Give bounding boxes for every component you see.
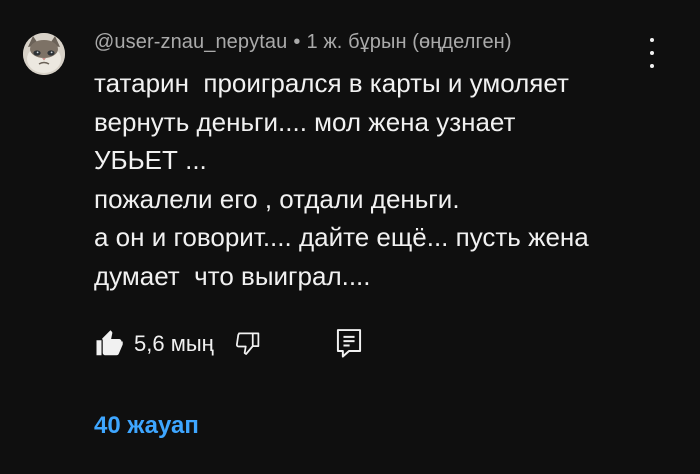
- comment-line: татарин проигрался в карты и умоляет: [94, 68, 569, 98]
- view-replies-button[interactable]: 40 жауап: [94, 412, 199, 440]
- comment-meta: @user-znau_nepytau • 1 ж. бұрын (өңделген): [94, 31, 512, 54]
- avatar[interactable]: [23, 33, 65, 75]
- meta-separator: •: [293, 31, 301, 53]
- like-count: 5,6 мың: [134, 331, 214, 356]
- comment-line: а он и говорит.... дайте ещё... пусть же…: [94, 222, 589, 252]
- more-vertical-icon: [650, 38, 654, 42]
- reply-button[interactable]: [334, 327, 364, 359]
- comment-line: УБЬЕТ ...: [94, 145, 207, 175]
- comment-line: вернуть деньги.... мол жена узнает: [94, 106, 516, 137]
- comment-line: думает что выиграл....: [94, 260, 371, 291]
- comment-line: пожалели его , отдали деньги.: [94, 183, 460, 214]
- comment-thread: @user-znau_nepytau • 1 ж. бұрын (өңделген)…: [0, 0, 700, 474]
- comment-time: 1 ж. бұрын (өңделген): [306, 31, 512, 53]
- comment-text: татарин проигрался в карты и умоляет вер…: [94, 64, 654, 295]
- author-name[interactable]: @user-znau_nepytau: [94, 31, 287, 53]
- reply-comment-icon: [336, 329, 362, 358]
- like-button[interactable]: [94, 329, 124, 359]
- cat-avatar-image: [23, 33, 65, 75]
- thumbs-up-filled-icon: [96, 330, 123, 356]
- dislike-button[interactable]: [234, 329, 264, 359]
- thumbs-down-outline-icon: [235, 332, 260, 355]
